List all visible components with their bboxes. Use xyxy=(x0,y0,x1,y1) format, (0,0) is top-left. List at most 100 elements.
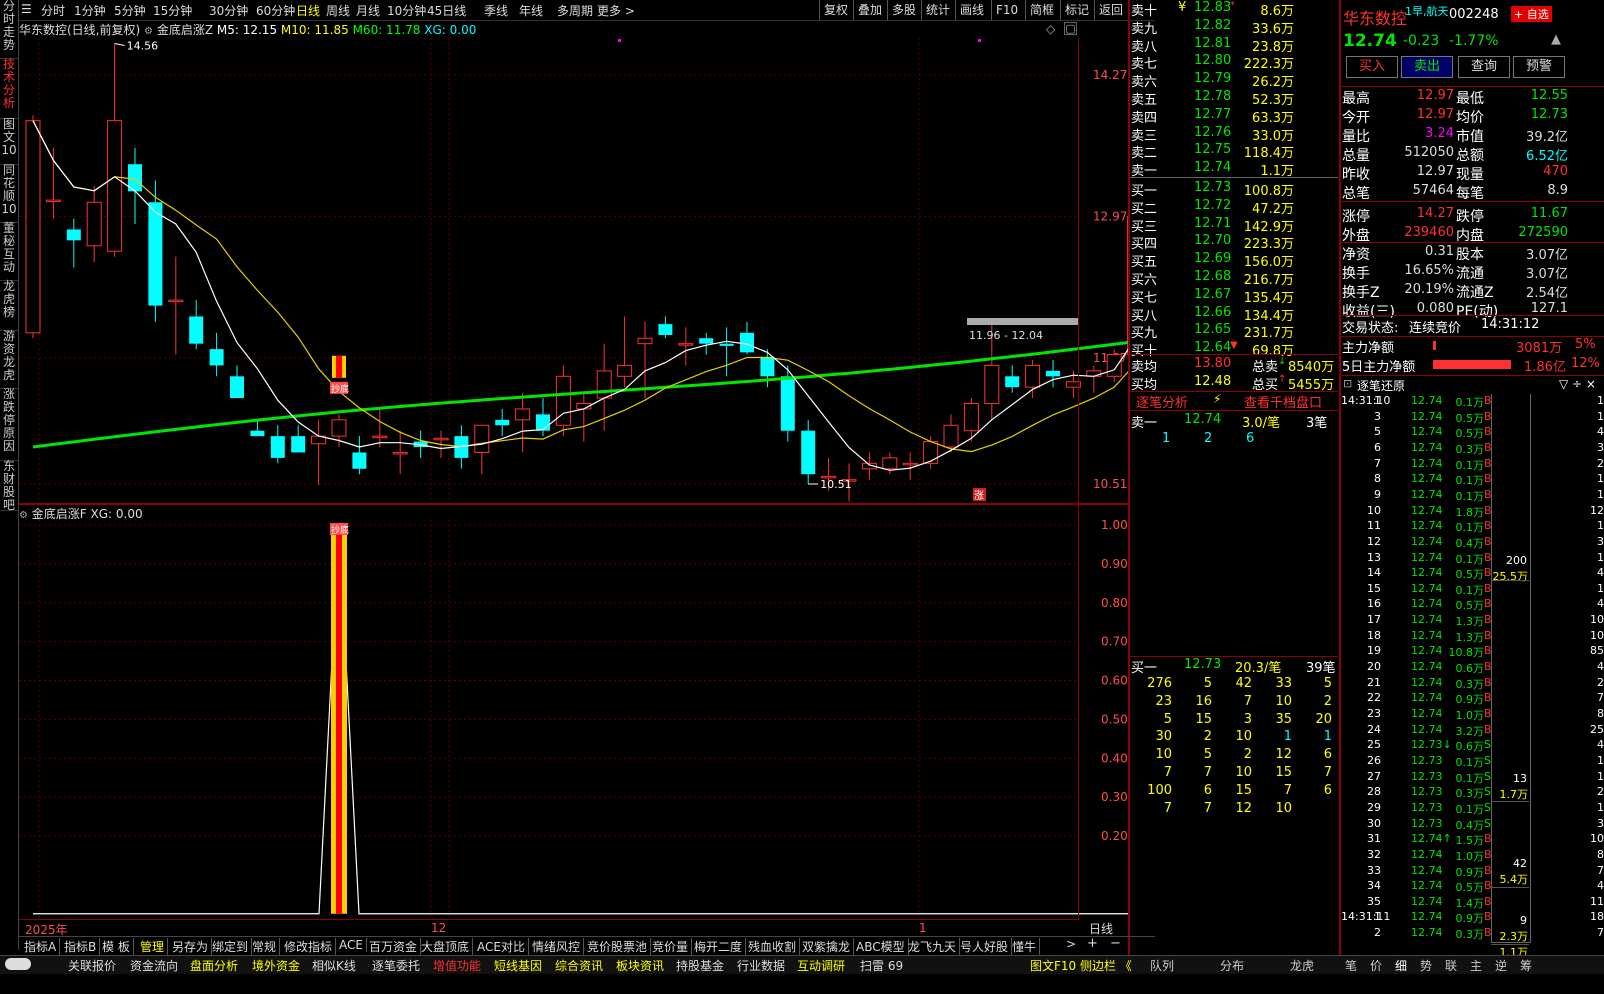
right-tab-4[interactable]: 价 xyxy=(1370,957,1382,974)
indicator-tab-16[interactable]: 残血收割 xyxy=(745,938,801,955)
sell-level-row[interactable]: 卖三 12.76 33.0万 xyxy=(1130,125,1338,144)
sell-level-row[interactable]: 卖二 12.75 118.4万 xyxy=(1130,142,1338,161)
buy-level-row[interactable]: 买八 12.66 134.4万 xyxy=(1130,305,1338,324)
sell-level-row[interactable]: 卖一 12.74 1.1万 xyxy=(1130,160,1338,179)
period-8[interactable]: 月线 xyxy=(356,2,380,19)
status-item-4[interactable]: 相似K线 xyxy=(312,957,356,974)
left-tab-4[interactable]: 董秘互动 xyxy=(0,222,18,281)
period-3[interactable]: 15分钟 xyxy=(153,2,192,19)
chart-close-icon[interactable]: ▢ xyxy=(1064,22,1077,35)
indicator-tab-0[interactable]: 指标A xyxy=(21,938,61,955)
right-tab-2[interactable]: 龙虎 xyxy=(1290,957,1314,974)
indicator-tab-13[interactable]: 竞价股票池 xyxy=(584,938,652,955)
indicator-tab-6[interactable]: 常规 xyxy=(249,938,281,955)
sell-level-row[interactable]: 卖九 12.82 33.6万 xyxy=(1130,18,1338,37)
indicator-tab-18[interactable]: ABC模型 xyxy=(853,938,909,955)
indicator-tab-3[interactable]: 管理 xyxy=(137,938,169,955)
buy-level-row[interactable]: 买七 12.67 135.4万 xyxy=(1130,287,1338,306)
period-9[interactable]: 10分钟 xyxy=(387,2,426,19)
toolbar-btn-6[interactable]: 简框 xyxy=(1025,0,1058,20)
sell-button[interactable]: 卖出 xyxy=(1401,56,1453,78)
toolbar-btn-1[interactable]: 叠加 xyxy=(853,0,886,20)
status-item-1[interactable]: 资金流向 xyxy=(130,957,178,974)
right-tab-9[interactable]: 逆 xyxy=(1495,957,1507,974)
indicator-tab-10[interactable]: 大盘顶底 xyxy=(418,938,474,955)
buy-level-row[interactable]: 买三 12.71 142.9万 xyxy=(1130,216,1338,235)
right-tab-1[interactable]: 分布 xyxy=(1220,957,1244,974)
alert-button[interactable]: 预警 xyxy=(1513,56,1565,78)
period-12[interactable]: 年线 xyxy=(519,2,543,19)
indicator-tab-8[interactable]: ACE xyxy=(336,938,367,952)
toolbar-btn-5[interactable]: F10 xyxy=(991,0,1022,20)
sell-level-row[interactable]: 卖十 12.83 * 8.6万 xyxy=(1130,0,1338,19)
left-tab-0[interactable]: 分时走势 xyxy=(0,0,18,59)
add-watchlist-button[interactable]: + 自选 xyxy=(1511,6,1552,22)
status-item-3[interactable]: 境外资金 xyxy=(252,957,300,974)
status-logo-icon[interactable] xyxy=(5,958,31,970)
indicator-tab-17[interactable]: 双紫擒龙 xyxy=(799,938,855,955)
status-item-13[interactable]: 扫雷 69 xyxy=(860,957,903,974)
period-1[interactable]: 1分钟 xyxy=(74,2,106,19)
period-5[interactable]: 60分钟 xyxy=(256,2,295,19)
query-button[interactable]: 查询 xyxy=(1458,56,1510,78)
buy-button[interactable]: 买入 xyxy=(1346,56,1398,78)
left-tab-1[interactable]: 技术分析 xyxy=(0,58,18,119)
arrow-up-icon[interactable]: ▲ xyxy=(1551,32,1561,47)
indicator-settings-icon[interactable]: ⚙ xyxy=(144,26,153,37)
right-tab-6[interactable]: 势 xyxy=(1420,957,1432,974)
right-tab-7[interactable]: 联 xyxy=(1445,957,1457,974)
sell-level-row[interactable]: 卖八 12.81 23.8万 xyxy=(1130,36,1338,55)
period-13[interactable]: 多周期 xyxy=(557,2,593,19)
indicator-tab-14[interactable]: 竞价量 xyxy=(649,938,693,955)
period-6[interactable]: 日线 xyxy=(296,2,320,19)
status-item-10[interactable]: 持股基金 xyxy=(676,957,724,974)
buy-level-row[interactable]: 买六 12.68 216.7万 xyxy=(1130,269,1338,288)
candlestick-chart[interactable]: 14.2712.9711.6710.51抄底14.5610.5111.96 - … xyxy=(19,38,1129,506)
thousand-depth-link[interactable]: 查看千档盘口 xyxy=(1244,392,1322,411)
indicator-tab-15[interactable]: 梅开二度 xyxy=(691,938,747,955)
buy-level-row[interactable]: 买四 12.70 223.3万 xyxy=(1130,233,1338,252)
left-tab-3[interactable]: 同花顺10 xyxy=(0,164,18,223)
buy-level-row[interactable]: 买二 12.72 47.2万 xyxy=(1130,198,1338,217)
indicator-tab-1[interactable]: 指标B xyxy=(61,938,101,955)
status-item-11[interactable]: 行业数据 xyxy=(737,957,785,974)
zoom-in-button[interactable]: + xyxy=(1087,936,1098,951)
buy-level-row[interactable]: 买九 12.65 231.7万 xyxy=(1130,322,1338,341)
period-10[interactable]: 45日线 xyxy=(427,2,466,19)
indicator-tab-5[interactable]: 绑定到 xyxy=(209,938,253,955)
toolbar-btn-2[interactable]: 多股 xyxy=(887,0,920,20)
status-item-9[interactable]: 板块资讯 xyxy=(616,957,664,974)
indicator-tab-2[interactable]: 模 板 xyxy=(99,938,134,955)
tab-scroll-right[interactable]: > xyxy=(1066,937,1076,951)
tick-panel-controls[interactable]: ▽ ÷ × xyxy=(1559,377,1596,391)
toolbar-btn-4[interactable]: 画线 xyxy=(955,0,988,20)
indicator-tab-20[interactable]: 号人好股 xyxy=(957,938,1013,955)
toolbar-btn-8[interactable]: 返回 xyxy=(1094,0,1127,20)
indicator-tab-12[interactable]: 情绪风控 xyxy=(529,938,585,955)
toolbar-btn-0[interactable]: 复权 xyxy=(819,0,852,20)
left-tab-7[interactable]: 涨跌停原因 xyxy=(0,388,18,461)
tick-analysis-title[interactable]: 逐笔分析 xyxy=(1136,392,1188,411)
menu-icon[interactable]: ☰ xyxy=(21,2,32,16)
indicator-name[interactable]: 金底启涨Z xyxy=(157,23,213,37)
sidebar-toggle[interactable]: 图文F10 侧边栏 《 xyxy=(1030,957,1132,974)
toolbar-btn-3[interactable]: 统计 xyxy=(921,0,954,20)
right-tab-0[interactable]: 队列 xyxy=(1150,957,1174,974)
indicator-tab-9[interactable]: 百万资金 xyxy=(366,938,422,955)
toolbar-btn-7[interactable]: 标记 xyxy=(1060,0,1093,20)
collapse-icon[interactable]: ⊡ xyxy=(1343,377,1352,390)
left-tab-2[interactable]: 图文10 xyxy=(0,118,18,165)
period-4[interactable]: 30分钟 xyxy=(209,2,248,19)
status-item-8[interactable]: 综合资讯 xyxy=(555,957,603,974)
right-tab-10[interactable]: 筹 xyxy=(1520,957,1532,974)
tick-list[interactable]: 14:31:10 1 12.74 0.1万 B 1 3 12.74 0.5万 B 1 5 12.74 0.… xyxy=(1341,394,1604,959)
sell-level-row[interactable]: 卖四 12.77 63.3万 xyxy=(1130,107,1338,126)
sell-level-row[interactable]: 卖五 12.78 52.3万 xyxy=(1130,89,1338,108)
left-tab-6[interactable]: 游资龙虎 xyxy=(0,330,18,389)
sell-level-row[interactable]: 卖七 12.80 222.3万 xyxy=(1130,53,1338,72)
status-item-12[interactable]: 互动调研 xyxy=(797,957,845,974)
indicator-tab-4[interactable]: 另存为 xyxy=(169,938,213,955)
indicator-tab-7[interactable]: 修改指标 xyxy=(281,938,337,955)
left-tab-8[interactable]: 东财股吧 xyxy=(0,460,18,512)
right-tab-8[interactable]: 主 xyxy=(1470,957,1482,974)
